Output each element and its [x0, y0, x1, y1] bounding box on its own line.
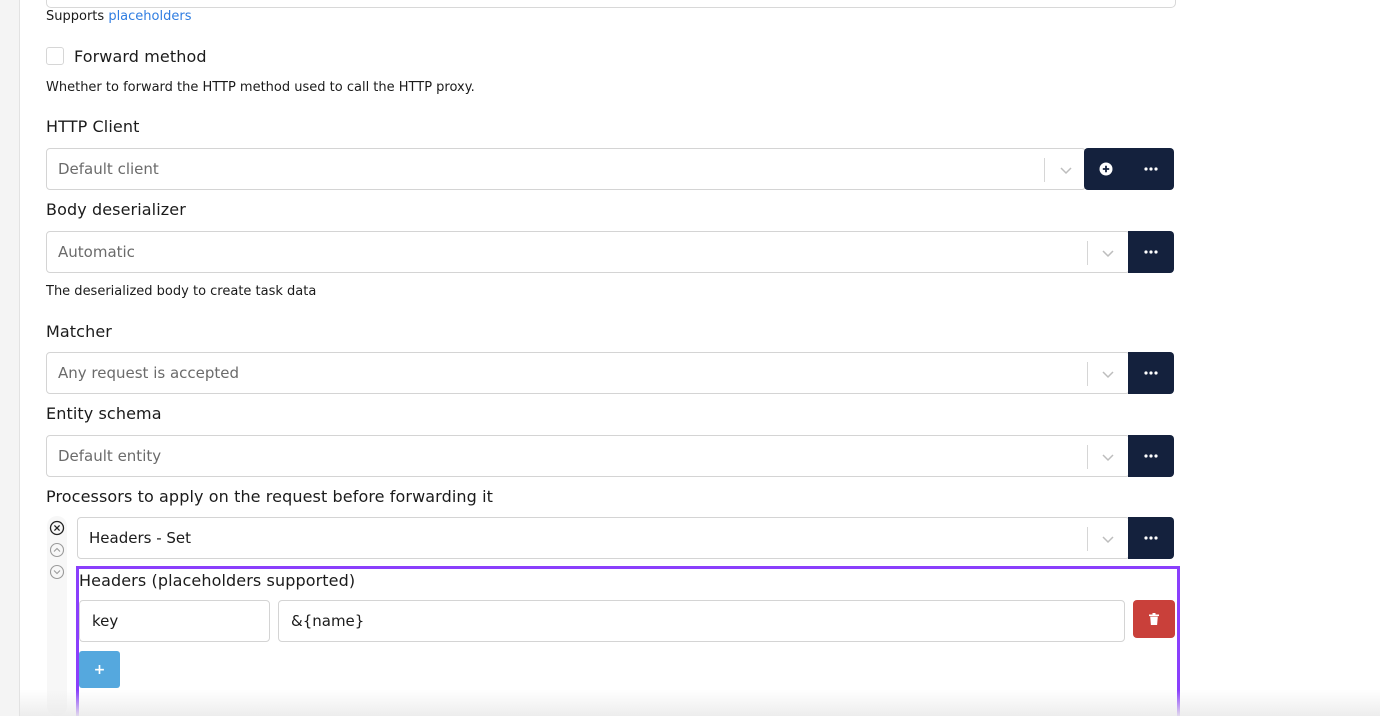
supports-prefix: Supports: [46, 9, 105, 24]
placeholders-link[interactable]: placeholders: [108, 9, 191, 24]
plus-circle-icon: [1099, 162, 1113, 176]
processor-select[interactable]: Headers - Set: [77, 517, 1130, 559]
chevron-down-circle-icon[interactable]: [49, 564, 65, 580]
chevron-down-icon[interactable]: [1100, 366, 1116, 382]
delete-header-button[interactable]: [1133, 600, 1175, 638]
header-key-value: key: [92, 612, 119, 630]
ellipsis-icon: [1144, 536, 1158, 540]
chevron-down-icon[interactable]: [1100, 531, 1116, 547]
select-separator: [1044, 158, 1045, 182]
body-deserializer-help: The deserialized body to create task dat…: [46, 284, 317, 299]
matcher-label: Matcher: [46, 322, 112, 341]
entity-schema-select[interactable]: Default entity: [46, 435, 1130, 477]
http-client-value: Default client: [58, 160, 159, 178]
add-http-client-button[interactable]: [1084, 148, 1128, 190]
processor-value: Headers - Set: [89, 529, 192, 547]
chevron-down-icon[interactable]: [1058, 162, 1074, 178]
form-content: Supports placeholders Forward method Whe…: [20, 0, 1380, 716]
select-separator: [1087, 362, 1088, 386]
matcher-select[interactable]: Any request is accepted: [46, 352, 1130, 394]
header-value-input[interactable]: &{name}: [278, 600, 1125, 642]
url-input[interactable]: [46, 0, 1176, 8]
chevron-down-icon[interactable]: [1100, 245, 1116, 261]
ellipsis-icon: [1144, 454, 1158, 458]
ellipsis-icon: [1144, 371, 1158, 375]
http-client-select[interactable]: Default client: [46, 148, 1086, 190]
body-deserializer-value: Automatic: [58, 243, 135, 261]
body-deserializer-more-button[interactable]: [1128, 231, 1174, 273]
select-separator: [1087, 241, 1088, 265]
processors-label: Processors to apply on the request befor…: [46, 487, 493, 506]
select-separator: [1087, 445, 1088, 469]
left-sidebar: [0, 0, 20, 716]
forward-method-help: Whether to forward the HTTP method used …: [46, 80, 475, 95]
header-key-input[interactable]: key: [79, 600, 270, 642]
forward-method-checkbox[interactable]: [46, 47, 64, 65]
select-separator: [1087, 527, 1088, 551]
processor-more-button[interactable]: [1128, 517, 1174, 559]
add-header-button[interactable]: +: [79, 651, 120, 688]
entity-schema-label: Entity schema: [46, 404, 162, 423]
headers-panel: Headers (placeholders supported) key &{n…: [76, 566, 1180, 716]
entity-schema-more-button[interactable]: [1128, 435, 1174, 477]
body-deserializer-label: Body deserializer: [46, 200, 186, 219]
trash-icon: [1149, 613, 1159, 625]
http-client-label: HTTP Client: [46, 117, 140, 136]
matcher-more-button[interactable]: [1128, 352, 1174, 394]
chevron-down-icon[interactable]: [1100, 449, 1116, 465]
chevron-up-circle-icon[interactable]: [49, 542, 65, 558]
header-value-value: &{name}: [291, 612, 365, 630]
forward-method-label[interactable]: Forward method: [74, 47, 207, 66]
ellipsis-icon: [1144, 167, 1158, 171]
supports-hint: Supports placeholders: [46, 9, 191, 24]
close-circle-icon[interactable]: [49, 520, 65, 536]
matcher-value: Any request is accepted: [58, 364, 240, 382]
http-client-more-button[interactable]: [1128, 148, 1174, 190]
body-deserializer-select[interactable]: Automatic: [46, 231, 1130, 273]
entity-schema-value: Default entity: [58, 447, 162, 465]
ellipsis-icon: [1144, 250, 1158, 254]
headers-label: Headers (placeholders supported): [79, 571, 356, 590]
